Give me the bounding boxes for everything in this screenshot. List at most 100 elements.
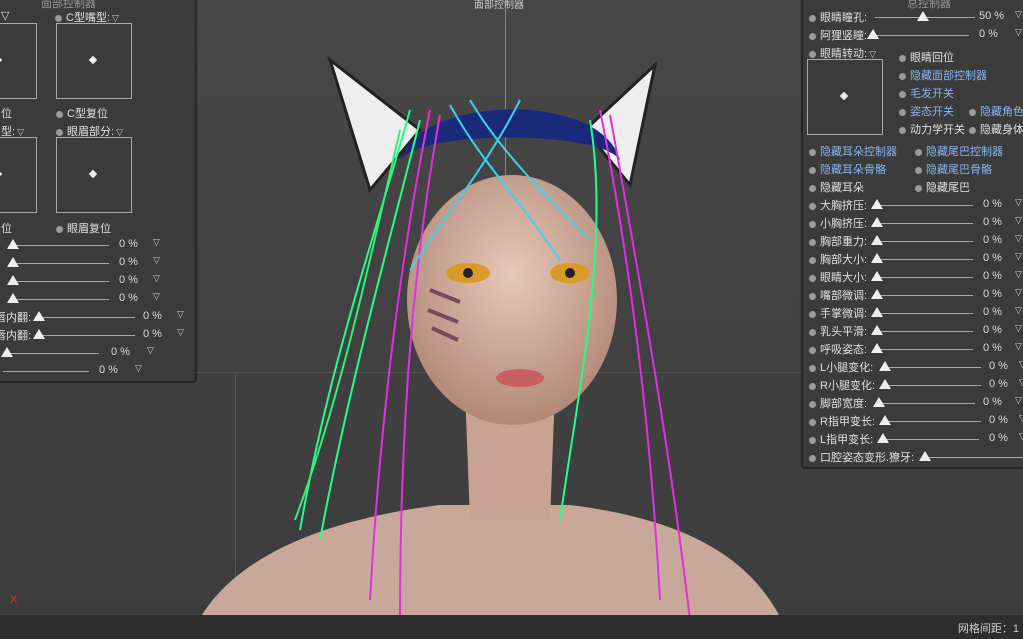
pose-toggle[interactable]: 姿态开关 <box>899 103 954 119</box>
slider-row[interactable]: 口腔姿态变形.獠牙: <box>803 449 1023 465</box>
slider-row[interactable]: 胸部大小: 0 % ▽ <box>803 251 1023 267</box>
slider-row[interactable]: 嘴部微调: 0 % ▽ <box>803 287 1023 303</box>
chevron-down-icon[interactable]: ▽ <box>1015 251 1022 262</box>
chevron-down-icon[interactable]: ▽ <box>1019 431 1023 442</box>
chevron-down-icon[interactable]: ▽ <box>153 291 160 302</box>
chevron-down-icon[interactable]: ▽ <box>177 327 184 338</box>
hide-ears-toggle[interactable]: 隐藏耳朵 <box>809 179 864 195</box>
slider-thumb[interactable] <box>917 11 929 21</box>
slider-row[interactable]: 乳头平滑: 0 % ▽ <box>803 323 1023 339</box>
slider-thumb[interactable] <box>871 289 883 299</box>
chevron-down-icon[interactable]: ▽ <box>153 273 160 284</box>
chevron-down-icon[interactable]: ▽ <box>1015 269 1022 280</box>
slider-thumb[interactable] <box>871 307 883 317</box>
slider-thumb[interactable] <box>871 325 883 335</box>
chevron-down-icon[interactable]: ▽ <box>1015 323 1022 334</box>
slider-row[interactable]: L指甲变长: 0 % ▽ <box>803 431 1023 447</box>
hide-character-toggle[interactable]: 隐藏角色 <box>969 103 1023 119</box>
chevron-down-icon[interactable]: ▽ <box>1015 341 1022 352</box>
chevron-down-icon[interactable]: ▽ <box>1015 287 1022 298</box>
hair-toggle[interactable]: 毛发开关 <box>899 85 954 101</box>
slider-row[interactable]: 大胸挤压: 0 % ▽ <box>803 197 1023 213</box>
xy-pad-mouth[interactable] <box>56 23 132 99</box>
slider-thumb[interactable] <box>877 433 889 443</box>
pupil-slider[interactable]: 眼睛瞳孔: 50 % ▽ <box>803 9 1023 25</box>
slider-row[interactable]: R指甲变长: 0 % ▽ <box>803 413 1023 429</box>
chevron-down-icon[interactable]: ▽ <box>1015 233 1022 244</box>
slider-thumb[interactable] <box>873 397 885 407</box>
slider-thumb[interactable] <box>871 199 883 209</box>
pad-handle[interactable] <box>88 55 98 65</box>
reset-label-2[interactable]: 位 <box>1 220 12 236</box>
slider-thumb[interactable] <box>33 329 45 339</box>
chevron-down-icon[interactable]: ▽ <box>177 309 184 320</box>
chevron-down-icon[interactable]: ▽ <box>1019 377 1023 388</box>
slider-thumb[interactable] <box>7 275 19 285</box>
chevron-down-icon[interactable]: ▽ <box>1019 359 1023 370</box>
slider-row[interactable]: 手掌微调: 0 % ▽ <box>803 305 1023 321</box>
slider-row[interactable]: L小腿变化: 0 % ▽ <box>803 359 1023 375</box>
hide-tail-toggle[interactable]: 隐藏尾巴 <box>915 179 970 195</box>
slider-row[interactable]: R小腿变化: 0 % ▽ <box>803 377 1023 393</box>
hide-face-controller-toggle[interactable]: 隐藏面部控制器 <box>899 67 987 83</box>
hide-tail-bones-toggle[interactable]: 隐藏尾巴骨骼 <box>915 161 992 177</box>
hide-tail-controller-toggle[interactable]: 隐藏尾巴控制器 <box>915 143 1003 159</box>
pad-handle[interactable] <box>88 169 98 179</box>
slider-row[interactable]: 唇内翻: 0 % ▽ <box>0 309 195 325</box>
eyebrow-reset-button[interactable]: 眼眉复位 <box>56 220 111 236</box>
chevron-down-icon[interactable]: ▽ <box>1015 27 1022 38</box>
eye-reset-toggle[interactable]: 眼睛回位 <box>899 49 954 65</box>
chevron-down-icon[interactable]: ▽ <box>1015 9 1022 20</box>
slider-thumb[interactable] <box>867 29 879 39</box>
chevron-down-icon[interactable]: ▽ <box>1019 413 1023 424</box>
eye-rotate-pad[interactable] <box>807 59 883 135</box>
slider-row[interactable]: 0 % ▽ <box>0 363 195 379</box>
slider-thumb[interactable] <box>7 257 19 267</box>
slider-row[interactable]: 0 % ▽ <box>0 291 195 307</box>
hide-body-toggle[interactable]: 隐藏身体 <box>969 121 1023 137</box>
xy-pad-left-2[interactable] <box>0 137 37 213</box>
slider-thumb[interactable] <box>7 239 19 249</box>
mouth-reset-button[interactable]: C型复位 <box>56 105 108 121</box>
chevron-down-icon[interactable]: ▽ <box>147 345 154 356</box>
slider-thumb[interactable] <box>879 379 891 389</box>
slider-row[interactable]: 胸部重力: 0 % ▽ <box>803 233 1023 249</box>
dropdown-arrow-icon[interactable]: ▽ <box>1 9 9 22</box>
slider-thumb[interactable] <box>871 235 883 245</box>
chevron-down-icon[interactable]: ▽ <box>1015 215 1022 226</box>
slider-thumb[interactable] <box>879 361 891 371</box>
slider-row[interactable]: 0 % ▽ <box>0 255 195 271</box>
pad-handle[interactable] <box>0 169 3 179</box>
reset-label[interactable]: 位 <box>1 105 12 121</box>
slider-row[interactable]: 0 % ▽ <box>0 345 195 361</box>
chevron-down-icon[interactable]: ▽ <box>1015 395 1022 406</box>
slider-thumb[interactable] <box>919 451 931 461</box>
slider-thumb[interactable] <box>1 347 13 357</box>
slider-thumb[interactable] <box>33 311 45 321</box>
pad-handle[interactable] <box>839 91 849 101</box>
chevron-down-icon[interactable]: ▽ <box>153 255 160 266</box>
slider-row[interactable]: 眼睛大小: 0 % ▽ <box>803 269 1023 285</box>
slider-thumb[interactable] <box>871 271 883 281</box>
hide-ear-controller-toggle[interactable]: 隐藏耳朵控制器 <box>809 143 897 159</box>
pad-handle[interactable] <box>0 55 3 65</box>
hide-ear-bones-toggle[interactable]: 隐藏耳朵骨骼 <box>809 161 886 177</box>
chevron-down-icon[interactable]: ▽ <box>153 237 160 248</box>
chevron-down-icon[interactable]: ▽ <box>135 363 142 374</box>
slider-thumb[interactable] <box>879 415 891 425</box>
slider-row[interactable]: 小胸挤压: 0 % ▽ <box>803 215 1023 231</box>
slider-thumb[interactable] <box>871 217 883 227</box>
slider-thumb[interactable] <box>871 253 883 263</box>
slider-row[interactable]: 呼吸姿态: 0 % ▽ <box>803 341 1023 357</box>
slider-row[interactable]: 0 % ▽ <box>0 273 195 289</box>
slider-row[interactable]: 0 % ▽ <box>0 237 195 253</box>
dynamics-toggle[interactable]: 动力学开关 <box>899 121 965 137</box>
chevron-down-icon[interactable]: ▽ <box>1015 197 1022 208</box>
xy-pad-eyebrow[interactable] <box>56 137 132 213</box>
slider-row[interactable]: 唇内翻: 0 % ▽ <box>0 327 195 343</box>
slider-thumb[interactable] <box>871 343 883 353</box>
xy-pad-left[interactable] <box>0 23 37 99</box>
chevron-down-icon[interactable]: ▽ <box>1015 305 1022 316</box>
slider-thumb[interactable] <box>7 293 19 303</box>
vertical-pupil-slider[interactable]: 阿狸竖瞳: 0 % ▽ <box>803 27 1023 43</box>
